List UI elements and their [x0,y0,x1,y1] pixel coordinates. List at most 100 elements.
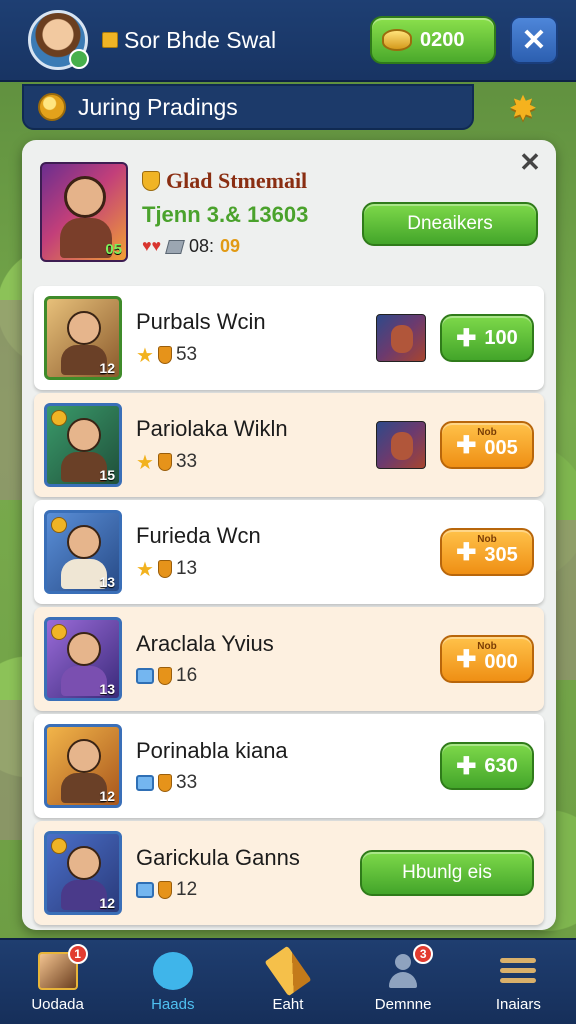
trade-amount: 005 [484,436,518,459]
hunt-button[interactable]: Hbunlg eis [360,850,534,896]
nav-label: Inaiars [495,995,541,1013]
coin-balance-value: 0200 [420,28,465,51]
hero-portrait: 15 [44,403,122,487]
list-item[interactable]: 12 Purbals Wcin ★ 53 ✚ 100 [34,286,544,390]
hero-face [67,739,101,773]
hero-stats: 12 [136,879,360,901]
list-item[interactable]: 12 Porinabla kiana 33 ✚ 630 [34,714,544,818]
nav-item-eaht[interactable]: Eaht [238,945,338,1013]
bottom-navigation: 1 Uodada Haads Eaht 3 Demnne Inaiars [0,938,576,1024]
hero-face [67,418,101,452]
hero-level: 12 [99,895,115,911]
section-header: Juring Pradings [22,84,474,130]
trade-amount: 630 [484,754,518,777]
trade-button[interactable]: Nob ✚ 005 [440,421,534,469]
hero-stats: ★ 53 [136,343,376,368]
trade-button[interactable]: Nob ✚ 305 [440,528,534,576]
rank-badge-icon [102,32,118,48]
hero-stat-value: 33 [175,451,198,472]
gem-icon [165,239,185,254]
hero-stats: ★ 33 [136,450,376,475]
row-info: Pariolaka Wikln ★ 33 [136,416,376,475]
star-icon: ★ [136,451,154,474]
trading-panel: ✕ 05 Glad Stmemail Tjenn 3.& 13603 ♥♥ 08… [22,140,556,930]
hero-level: 15 [99,467,115,483]
row-info: Araclala Yvius 16 [136,631,440,687]
heart-icon: ♥♥ [142,237,161,255]
hunt-button-label: Hbunlg eis [402,862,492,883]
plus-icon: ✚ [456,752,477,780]
hero-stat-value: 33 [176,772,198,793]
hero-face [67,311,101,345]
top-bar: Sor Bhde Swal 0200 ✕ [0,0,576,82]
hero-stats: 16 [136,665,440,687]
featured-hero-portrait[interactable]: 05 [40,162,128,262]
hero-name: Purbals Wcin [136,308,266,334]
hero-stat-value: 16 [176,665,198,686]
shield-icon [142,171,160,191]
nav-item-inaiars[interactable]: Inaiars [468,952,568,1013]
hero-level: 13 [99,681,115,697]
nav-label: Uodada [31,995,84,1013]
star-icon: ★ [136,344,154,367]
featured-title-label: Glad Stmemail [166,168,308,193]
featured-offer: 05 Glad Stmemail Tjenn 3.& 13603 ♥♥ 08: … [40,162,538,268]
hero-portrait: 12 [44,724,122,808]
hero-name: Furieda Wcn [136,522,261,548]
reward-thumbnail [376,314,426,362]
featured-title: Glad Stmemail [142,168,308,194]
hero-badge-icon [51,410,67,426]
favorite-star-icon[interactable]: ✸ [504,90,542,128]
notification-badge: 3 [413,943,434,964]
coin-balance-button[interactable]: 0200 [370,16,496,64]
shield-icon [157,453,172,471]
list-item[interactable]: 15 Pariolaka Wikln ★ 33 Nob ✚ 005 [34,393,544,497]
list-item[interactable]: 12 Garickula Ganns 12 Hbunlg eis [34,821,544,925]
trade-mini-label: Nob [477,641,497,652]
plus-icon: ✚ [456,324,477,352]
menu-icon [498,952,538,990]
hero-stat-value: 13 [175,558,198,579]
hero-stats: ★ 13 [136,557,440,582]
hero-name: Araclala Yvius [136,631,274,656]
notification-badge: 1 [67,943,88,964]
hero-face [67,632,101,666]
hero-portrait: 12 [44,296,122,380]
trade-button[interactable]: Nob ✚ 000 [440,635,534,683]
pencil-icon [264,945,312,996]
trade-mini-label: Nob [477,534,497,545]
hero-badge-icon [51,838,67,854]
gem-blue-icon [136,882,154,898]
list-item[interactable]: 13 Araclala Yvius 16 Nob ✚ 000 [34,607,544,711]
featured-meta-value-2: 09 [220,236,241,256]
hero-stat-value: 12 [176,879,198,900]
player-name: Sor Bhde Swal [102,27,276,54]
trade-button[interactable]: ✚ 100 [440,314,534,362]
close-button[interactable]: ✕ [510,16,558,64]
hero-level: 12 [99,360,115,376]
player-avatar[interactable] [28,10,89,70]
coin-stack-icon [382,29,412,51]
hero-face [67,846,101,880]
nav-item-uodada[interactable]: 1 Uodada [8,943,108,1013]
trade-button[interactable]: ✚ 630 [440,742,534,790]
hero-face [67,525,101,559]
featured-action-button[interactable]: Dneaikers [362,202,538,246]
featured-info: Glad Stmemail Tjenn 3.& 13603 ♥♥ 08: 09 [142,168,308,257]
list-item[interactable]: 13 Furieda Wcn ★ 13 Nob ✚ 305 [34,500,544,604]
featured-action-label: Dneaikers [407,213,493,234]
section-title: Juring Pradings [78,93,238,120]
featured-meta: ♥♥ 08: 09 [142,236,308,257]
featured-meta-value: 08: [189,236,215,256]
nav-item-haads[interactable]: Haads [123,951,223,1013]
featured-subtitle: Tjenn 3.& 13603 [142,202,309,227]
hero-name: Porinabla kiana [136,738,288,763]
player-name-label: Sor Bhde Swal [124,26,277,53]
gem-blue-icon [136,775,154,791]
gem-blue-icon [136,668,154,684]
shield-icon [157,560,172,578]
hero-badge-icon [51,624,67,640]
featured-level: 05 [105,241,122,258]
row-info: Porinabla kiana 33 [136,738,440,794]
nav-item-demnne[interactable]: 3 Demnne [353,943,453,1013]
